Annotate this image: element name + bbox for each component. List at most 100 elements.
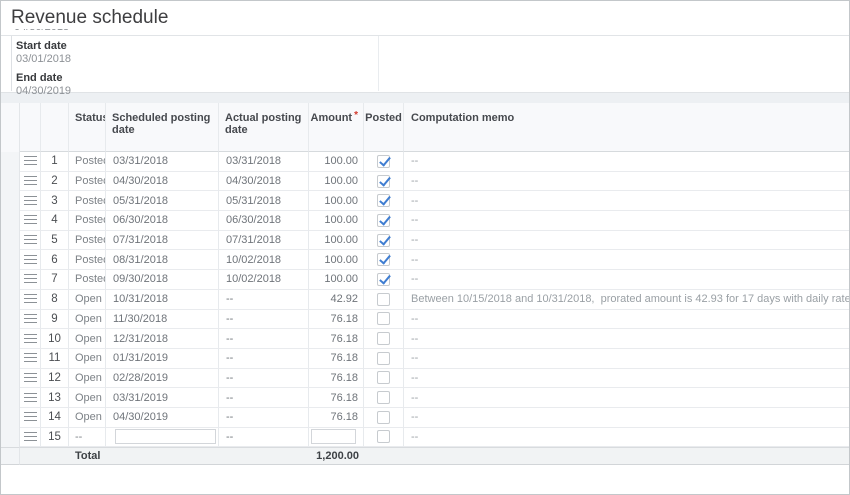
cell-amount: 76.18 xyxy=(309,349,364,369)
cell-amount xyxy=(309,428,364,448)
drag-handle-icon[interactable] xyxy=(24,393,37,402)
drag-handle-icon[interactable] xyxy=(24,156,37,165)
posted-checkbox[interactable] xyxy=(377,352,390,365)
row-gutter xyxy=(1,250,20,270)
cell-row-number: 5 xyxy=(41,231,69,251)
cell-amount: 100.00 xyxy=(309,152,364,172)
cell-posted xyxy=(364,428,404,448)
drag-handle-icon[interactable] xyxy=(24,334,37,343)
posted-checkbox[interactable] xyxy=(377,371,390,384)
posted-checkbox[interactable] xyxy=(377,391,390,404)
title-bar: Revenue schedule xyxy=(1,1,849,36)
table-row: 4Posted06/30/201806/30/2018100.00-- xyxy=(1,211,849,231)
row-gutter xyxy=(1,329,20,349)
posted-checkbox[interactable] xyxy=(377,430,390,443)
posted-checkbox[interactable] xyxy=(377,312,390,325)
cell-status: Open xyxy=(69,290,106,310)
row-gutter xyxy=(1,310,20,330)
cell-posted xyxy=(364,329,404,349)
drag-handle-icon[interactable] xyxy=(24,274,37,283)
drag-handle-icon[interactable] xyxy=(24,432,37,441)
cell-scheduled: 01/31/2019 xyxy=(106,349,219,369)
cell-memo: -- xyxy=(404,152,849,172)
drag-handle-icon[interactable] xyxy=(24,294,37,303)
cell-posted xyxy=(364,349,404,369)
row-gutter xyxy=(1,369,20,389)
start-date-label: Start date xyxy=(16,40,378,53)
cell-status: Open xyxy=(69,369,106,389)
drag-handle-icon[interactable] xyxy=(24,255,37,264)
table-row: 12Open02/28/2019--76.18-- xyxy=(1,369,849,389)
posted-checkbox-checked[interactable] xyxy=(377,234,390,247)
drag-handle-icon[interactable] xyxy=(24,235,37,244)
cell-row-number: 6 xyxy=(41,250,69,270)
cell-row-number: 7 xyxy=(41,270,69,290)
posted-checkbox[interactable] xyxy=(377,293,390,306)
posted-checkbox-checked[interactable] xyxy=(377,214,390,227)
cell-memo: -- xyxy=(404,408,849,428)
cell-amount: 100.00 xyxy=(309,211,364,231)
posted-checkbox[interactable] xyxy=(377,332,390,345)
end-date-label: End date xyxy=(16,72,378,85)
schedule-body: 1Posted03/31/201803/31/2018100.00--2Post… xyxy=(1,152,849,447)
total-spacer xyxy=(20,447,69,465)
table-row: 7Posted09/30/201810/02/2018100.00-- xyxy=(1,270,849,290)
clipped-field-value: 04/30/2018 xyxy=(14,29,69,35)
table-row: 13Open03/31/2019--76.18-- xyxy=(1,388,849,408)
cell-drag xyxy=(20,428,41,448)
cell-actual: -- xyxy=(219,388,309,408)
cell-scheduled: 03/31/2018 xyxy=(106,152,219,172)
cell-actual: -- xyxy=(219,310,309,330)
column-header-actual: Actual posting date xyxy=(219,103,309,152)
cell-posted xyxy=(364,290,404,310)
cell-drag xyxy=(20,152,41,172)
cell-drag xyxy=(20,191,41,211)
cell-drag xyxy=(20,231,41,251)
drag-handle-icon[interactable] xyxy=(24,196,37,205)
drag-handle-icon[interactable] xyxy=(24,176,37,185)
cell-scheduled: 12/31/2018 xyxy=(106,329,219,349)
cell-actual: 10/02/2018 xyxy=(219,270,309,290)
drag-handle-icon[interactable] xyxy=(24,215,37,224)
amount-input[interactable] xyxy=(311,429,356,444)
cell-scheduled: 10/31/2018 xyxy=(106,290,219,310)
cell-amount: 100.00 xyxy=(309,172,364,192)
scheduled-date-input[interactable] xyxy=(115,429,216,444)
table-row: 15------ xyxy=(1,428,849,448)
cell-memo: -- xyxy=(404,211,849,231)
cell-posted xyxy=(364,388,404,408)
row-gutter xyxy=(1,172,20,192)
cell-status: Open xyxy=(69,349,106,369)
cell-memo: -- xyxy=(404,388,849,408)
cell-actual: -- xyxy=(219,408,309,428)
cell-scheduled: 04/30/2019 xyxy=(106,408,219,428)
cell-memo: -- xyxy=(404,310,849,330)
cell-row-number: 1 xyxy=(41,152,69,172)
cell-amount: 100.00 xyxy=(309,250,364,270)
cell-actual: 05/31/2018 xyxy=(219,191,309,211)
cell-posted xyxy=(364,231,404,251)
amount-header-label: Amount xyxy=(311,112,353,124)
posted-checkbox-checked[interactable] xyxy=(377,194,390,207)
posted-checkbox-checked[interactable] xyxy=(377,175,390,188)
column-header-memo: Computation memo xyxy=(404,103,849,152)
drag-handle-icon[interactable] xyxy=(24,314,37,323)
drag-handle-icon[interactable] xyxy=(24,373,37,382)
cell-memo: -- xyxy=(404,191,849,211)
cell-row-number: 15 xyxy=(41,428,69,448)
posted-checkbox-checked[interactable] xyxy=(377,253,390,266)
cell-actual: -- xyxy=(219,349,309,369)
required-asterisk: * xyxy=(354,110,358,121)
drag-handle-icon[interactable] xyxy=(24,412,37,421)
cell-memo: -- xyxy=(404,329,849,349)
cell-drag xyxy=(20,349,41,369)
cell-memo: -- xyxy=(404,231,849,251)
cell-status: Posted xyxy=(69,172,106,192)
row-gutter xyxy=(1,270,20,290)
total-amount: 1,200.00 xyxy=(309,447,364,465)
drag-handle-icon[interactable] xyxy=(24,353,37,362)
posted-checkbox[interactable] xyxy=(377,411,390,424)
posted-checkbox-checked[interactable] xyxy=(377,273,390,286)
cell-status: Posted xyxy=(69,250,106,270)
posted-checkbox-checked[interactable] xyxy=(377,155,390,168)
